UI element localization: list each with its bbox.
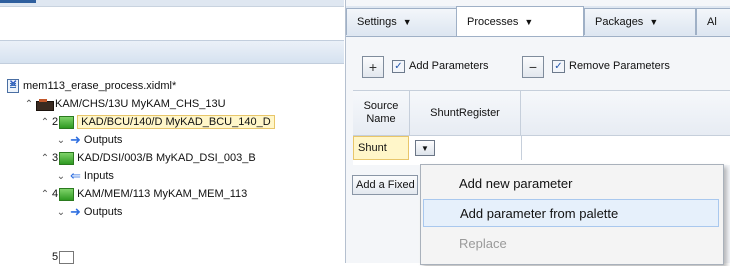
column-header-source-name[interactable]: Source Name xyxy=(353,91,410,135)
process-toolbar: + ✓ Add Parameters − ✓ Remove Parameters xyxy=(346,44,730,84)
column-header-shunt-register[interactable]: ShuntRegister xyxy=(410,91,521,135)
slot-number: 4 xyxy=(52,188,59,200)
context-menu: Add new parameter Add parameter from pal… xyxy=(420,164,724,265)
remove-parameters-label: Remove Parameters xyxy=(569,60,670,72)
add-fixed-button[interactable]: Add a Fixed xyxy=(352,175,418,195)
output-arrow-icon: ➜ xyxy=(70,132,81,147)
tab-processes[interactable]: Processes ▼ xyxy=(456,6,584,36)
tree-root-label: mem113_erase_process.xidml* xyxy=(23,80,177,92)
tree-item-label: KAD/BCU/140/D MyKAD_BCU_140_D xyxy=(77,115,275,129)
slot-number: 5 xyxy=(52,251,59,263)
chevron-down-icon: ▼ xyxy=(402,17,412,27)
input-arrow-icon: ⇐ xyxy=(70,168,81,183)
expand-icon[interactable]: ⌄ xyxy=(54,135,68,146)
expand-icon[interactable]: ⌄ xyxy=(54,171,68,182)
module-icon xyxy=(59,115,75,129)
tab-bar: Settings ▼ Processes ▼ Packages ▼ Al xyxy=(346,6,730,37)
tab-label: Packages xyxy=(595,16,644,28)
tree-panel-header xyxy=(0,40,344,64)
chevron-down-icon: ▼ xyxy=(524,16,534,27)
remove-parameters-checkbox[interactable]: ✓ xyxy=(552,60,565,73)
tree-root-item[interactable]: ✕ mem113_erase_process.xidml* xyxy=(7,77,176,95)
tab-label: Al xyxy=(707,16,717,28)
shunt-register-cell[interactable]: ▼ xyxy=(411,136,522,160)
expand-icon[interactable]: ⌄ xyxy=(54,207,68,218)
tree-item-kam-chs[interactable]: ⌃ KAM/CHS/13U MyKAM_CHS_13U xyxy=(22,95,226,113)
module-icon xyxy=(59,250,75,264)
source-name-cell[interactable]: Shunt xyxy=(353,136,409,160)
tree-panel: ✕ mem113_erase_process.xidml* ⌃ KAM/CHS/… xyxy=(0,0,344,266)
left-title-accent xyxy=(0,0,36,3)
tab-settings[interactable]: Settings ▼ xyxy=(346,8,458,35)
collapse-icon[interactable]: ⌃ xyxy=(38,189,52,200)
tree-item-slot-5[interactable]: 5 xyxy=(52,248,77,266)
xidml-file-icon: ✕ xyxy=(7,79,19,93)
tree-item-label: Outputs xyxy=(83,206,123,218)
tab-label: Processes xyxy=(467,15,519,28)
tree-item-label: KAM/CHS/13U MyKAM_CHS_13U xyxy=(55,98,226,110)
collapse-icon[interactable]: ⌃ xyxy=(38,117,52,128)
add-parameters-checkbox[interactable]: ✓ xyxy=(392,60,405,73)
grid-header: Source Name ShuntRegister xyxy=(353,91,730,136)
tree-item-label: KAD/DSI/003/B MyKAD_DSI_003_B xyxy=(77,152,256,164)
menu-item-replace[interactable]: Replace xyxy=(423,229,719,257)
tab-al[interactable]: Al xyxy=(696,8,730,35)
tree-item-kam-mem[interactable]: ⌃ 4 KAM/MEM/113 MyKAM_MEM_113 xyxy=(38,185,247,203)
tree-item-kad-bcu[interactable]: ⌃ 2 KAD/BCU/140/D MyKAD_BCU_140_D xyxy=(38,113,275,131)
tree-item-label: Inputs xyxy=(83,170,114,182)
left-title-bar xyxy=(0,0,344,7)
remove-parameters-button[interactable]: − xyxy=(522,56,544,78)
dropdown-button[interactable]: ▼ xyxy=(415,140,435,156)
table-row: Shunt ▼ xyxy=(353,136,730,160)
collapse-icon[interactable]: ⌃ xyxy=(22,99,36,110)
chassis-icon xyxy=(36,99,54,111)
menu-item-add-new-parameter[interactable]: Add new parameter xyxy=(423,169,719,197)
tree-item-outputs[interactable]: ⌄ ➜ Outputs xyxy=(54,131,123,149)
parameter-grid: Source Name ShuntRegister Shunt ▼ xyxy=(353,90,730,165)
output-arrow-icon: ➜ xyxy=(70,204,81,219)
tree-item-label: Outputs xyxy=(83,134,123,146)
chevron-down-icon: ▼ xyxy=(649,17,659,27)
module-icon xyxy=(59,187,75,201)
tree-item-outputs[interactable]: ⌄ ➜ Outputs xyxy=(54,203,123,221)
module-icon xyxy=(59,151,75,165)
menu-item-add-parameter-from-palette[interactable]: Add parameter from palette xyxy=(423,199,719,227)
tree-item-inputs[interactable]: ⌄ ⇐ Inputs xyxy=(54,167,114,185)
collapse-icon[interactable]: ⌃ xyxy=(38,153,52,164)
tab-label: Settings xyxy=(357,16,397,28)
slot-number: 3 xyxy=(52,152,59,164)
add-parameters-label: Add Parameters xyxy=(409,60,489,72)
tree-item-label: KAM/MEM/113 MyKAM_MEM_113 xyxy=(77,188,248,200)
add-parameters-button[interactable]: + xyxy=(362,56,384,78)
tab-packages[interactable]: Packages ▼ xyxy=(584,8,696,35)
tree-item-kad-dsi[interactable]: ⌃ 3 KAD/DSI/003/B MyKAD_DSI_003_B xyxy=(38,149,256,167)
slot-number: 2 xyxy=(52,116,59,128)
